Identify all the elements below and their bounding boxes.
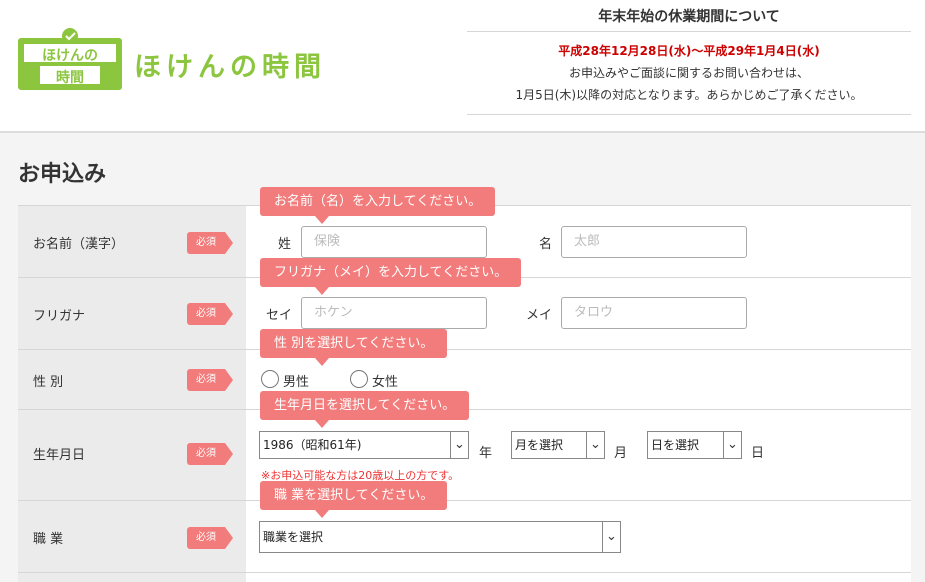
required-badge: 必須 bbox=[187, 369, 233, 391]
mei-kana-label: メイ bbox=[526, 308, 553, 323]
name-label: お名前（漢字） bbox=[33, 237, 125, 252]
form-row-kana: フリガナ 必須 セイ ホケン メイ タロウ bbox=[18, 277, 911, 349]
female-label[interactable]: 女性 bbox=[372, 371, 398, 390]
job-select[interactable]: 職業を選択 ⌄ bbox=[259, 521, 621, 553]
chevron-down-icon: ⌄ bbox=[723, 432, 741, 458]
first-name-kana-input[interactable]: タロウ bbox=[561, 297, 747, 329]
required-badge: 必須 bbox=[187, 303, 233, 325]
birth-month-select[interactable]: 月を選択 ⌄ bbox=[511, 431, 605, 459]
job-tooltip: 職 業を選択してください。 bbox=[260, 481, 448, 518]
gender-label: 性 別 bbox=[33, 375, 64, 390]
male-label[interactable]: 男性 bbox=[283, 371, 309, 390]
gender-tooltip: 性 別を選択してください。 bbox=[260, 329, 448, 366]
last-name-kana-input[interactable]: ホケン bbox=[301, 297, 487, 329]
chevron-down-icon: ⌄ bbox=[586, 432, 604, 458]
logo-text[interactable]: ほけんの時間 bbox=[134, 45, 326, 84]
logo-mark-top-text: ほけんの bbox=[42, 48, 98, 64]
mei-label: 名 bbox=[539, 237, 553, 252]
notice-line-2: 1月5日(木)以降の対応となります。あらかじめご了承ください。 bbox=[515, 88, 863, 102]
notice-title: 年末年始の休業期間について bbox=[598, 9, 780, 25]
kana-label: フリガナ bbox=[33, 309, 86, 324]
female-radio[interactable] bbox=[350, 370, 368, 388]
logo-mark-bottom-text: 時間 bbox=[56, 70, 84, 86]
name-tooltip: お名前（名）を入力してください。 bbox=[260, 187, 496, 224]
sei-label: 姓 bbox=[278, 237, 292, 252]
holiday-notice: 年末年始の休業期間について 平成28年12月28日(水)～平成29年1月4日(水… bbox=[467, 0, 911, 116]
first-name-input[interactable]: 太郎 bbox=[561, 226, 747, 258]
required-badge: 必須 bbox=[187, 527, 233, 549]
month-unit: 月 bbox=[614, 446, 628, 461]
male-radio[interactable] bbox=[261, 370, 279, 388]
birthday-label: 生年月日 bbox=[33, 448, 86, 463]
chevron-down-icon: ⌄ bbox=[450, 432, 468, 458]
year-unit: 年 bbox=[479, 446, 493, 461]
form-row-job: 職 業 必須 職業を選択 ⌄ bbox=[18, 500, 911, 572]
birthday-tooltip: 生年月日を選択してください。 bbox=[260, 391, 470, 428]
birth-year-select[interactable]: 1986（昭和61年) ⌄ bbox=[259, 431, 469, 459]
notice-period: 平成28年12月28日(水)～平成29年1月4日(水) bbox=[558, 44, 820, 58]
form-row-next bbox=[18, 572, 911, 582]
site-header: ほけんの 時間 ほけんの時間 年末年始の休業期間について 平成28年12月28日… bbox=[0, 0, 925, 133]
page-title: お申込み bbox=[18, 162, 107, 187]
form-row-birthday: 生年月日 必須 1986（昭和61年) ⌄ 年 月を選択 ⌄ 月 日を選択 ⌄ … bbox=[18, 409, 911, 500]
sei-kana-label: セイ bbox=[266, 308, 293, 323]
required-badge: 必須 bbox=[187, 232, 233, 254]
last-name-input[interactable]: 保険 bbox=[301, 226, 487, 258]
notice-line-1: お申込みやご面談に関するお問い合わせは、 bbox=[568, 66, 809, 80]
birth-day-select[interactable]: 日を選択 ⌄ bbox=[647, 431, 742, 459]
job-label: 職 業 bbox=[33, 532, 64, 547]
chevron-down-icon: ⌄ bbox=[602, 522, 620, 552]
day-unit: 日 bbox=[751, 446, 765, 461]
kana-tooltip: フリガナ（メイ）を入力してください。 bbox=[260, 258, 522, 295]
notice-divider bbox=[467, 31, 911, 32]
required-badge: 必須 bbox=[187, 443, 233, 465]
notice-divider bbox=[467, 114, 911, 115]
